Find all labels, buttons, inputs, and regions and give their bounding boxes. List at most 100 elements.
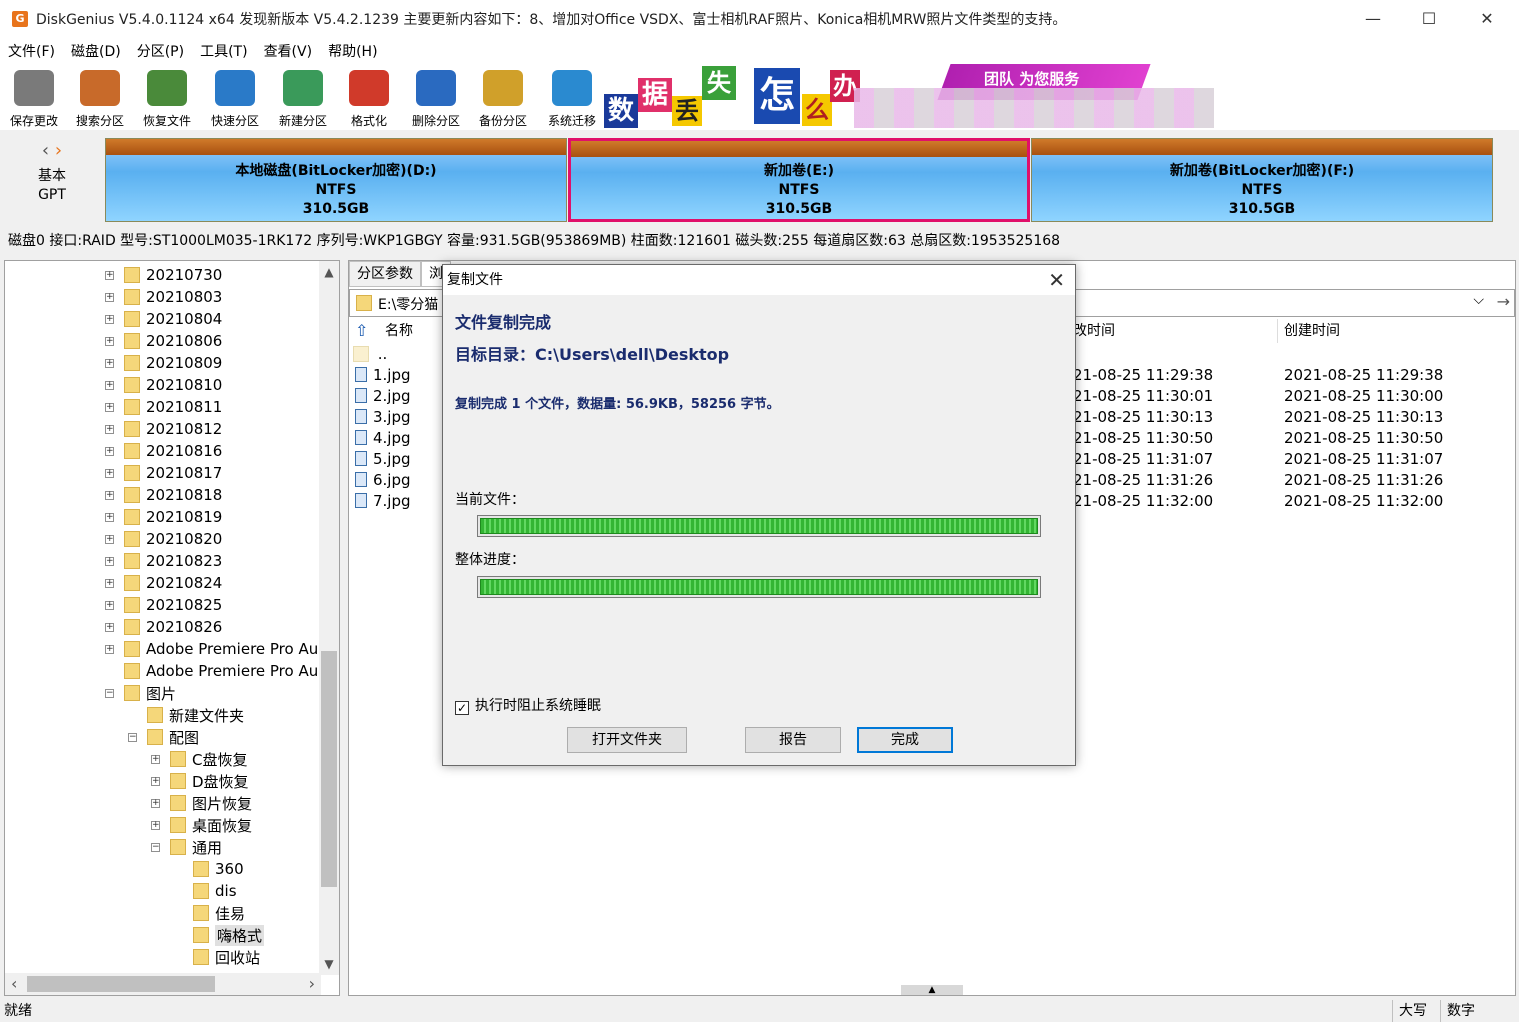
splitter-arrow-icon[interactable]: ▲	[901, 985, 963, 995]
expand-icon[interactable]: +	[105, 358, 114, 368]
tree-node[interactable]: +20210820	[105, 528, 222, 550]
tree-hscrollbar[interactable]: ‹ ›	[5, 973, 321, 995]
path-dropdown-icon[interactable]: ⌵	[1473, 292, 1484, 308]
tab-partition-params[interactable]: 分区参数	[349, 261, 421, 287]
menu-view[interactable]: 查看(V)	[264, 41, 313, 61]
folder-tree[interactable]: +20210730 +20210803 +20210804 +20210806 +202…	[4, 260, 340, 996]
ad-banner[interactable]: 数 据 丢 失 怎 么 办 团队 为您服务	[604, 64, 1216, 130]
list-item-parent[interactable]: ..	[353, 344, 387, 365]
open-folder-button[interactable]: 打开文件夹	[567, 727, 687, 753]
scroll-left-icon[interactable]: ‹	[11, 973, 17, 995]
tree-node[interactable]: 嗨格式	[174, 924, 265, 946]
prevent-sleep-checkbox[interactable]: ✓	[455, 701, 469, 715]
expand-icon[interactable]: +	[105, 314, 114, 324]
up-icon[interactable]: ⇧	[355, 319, 368, 343]
tree-node[interactable]: +20210811	[105, 396, 222, 418]
tree-node[interactable]: +20210819	[105, 506, 222, 528]
tree-node[interactable]: dis	[174, 880, 237, 902]
tree-node[interactable]: + 桌面恢复	[151, 814, 252, 836]
file-row[interactable]: 6.jpg	[355, 470, 411, 491]
menu-disk[interactable]: 磁盘(D)	[71, 41, 121, 61]
expand-icon[interactable]: +	[105, 600, 114, 610]
tree-node[interactable]: +20210810	[105, 374, 222, 396]
menu-help[interactable]: 帮助(H)	[328, 41, 377, 61]
file-row[interactable]: 5.jpg	[355, 449, 411, 470]
report-button[interactable]: 报告	[745, 727, 841, 753]
menu-partition[interactable]: 分区(P)	[137, 41, 184, 61]
expand-icon[interactable]: +	[105, 490, 114, 500]
expand-icon[interactable]: +	[105, 402, 114, 412]
scroll-down-icon[interactable]: ▼	[319, 953, 339, 975]
dialog-close-icon[interactable]: ✕	[1048, 265, 1065, 295]
partition-e[interactable]: 新加卷(E:) NTFS 310.5GB	[568, 138, 1030, 222]
expand-icon[interactable]: +	[105, 336, 114, 346]
file-row[interactable]: 3.jpg	[355, 407, 411, 428]
tree-node[interactable]: + Adobe Premiere Pro Au	[105, 638, 318, 660]
tree-node[interactable]: +20210803	[105, 286, 222, 308]
file-row[interactable]: 4.jpg	[355, 428, 411, 449]
tree-hscroll-thumb[interactable]	[27, 976, 215, 992]
menu-file[interactable]: 文件(F)	[8, 41, 55, 61]
expand-icon[interactable]: +	[105, 622, 114, 632]
expand-icon[interactable]: +	[105, 446, 114, 456]
tree-node[interactable]: − 图片	[105, 682, 176, 704]
menu-tools[interactable]: 工具(T)	[200, 41, 247, 61]
expand-icon[interactable]: +	[105, 578, 114, 588]
tree-node[interactable]: 360	[174, 858, 244, 880]
expand-icon[interactable]: +	[105, 270, 114, 280]
expand-icon[interactable]: +	[151, 798, 160, 808]
path-go-icon[interactable]: →	[1497, 292, 1510, 311]
expand-icon[interactable]: +	[105, 424, 114, 434]
file-row[interactable]: 7.jpg	[355, 491, 411, 512]
scroll-up-icon[interactable]: ▲	[319, 261, 339, 283]
tree-node[interactable]: +20210812	[105, 418, 222, 440]
expand-icon[interactable]: +	[151, 776, 160, 786]
tree-node[interactable]: +20210823	[105, 550, 222, 572]
close-button[interactable]: ✕	[1458, 0, 1516, 38]
toolbar-button-save[interactable]: 保存更改	[2, 68, 66, 128]
done-button[interactable]: 完成	[857, 727, 953, 753]
tree-node[interactable]: +20210817	[105, 462, 222, 484]
toolbar-button-backup[interactable]: 备份分区	[471, 68, 535, 128]
tree-node[interactable]: 佳易	[174, 902, 245, 924]
disk-nav-left[interactable]: ‹	[42, 140, 49, 161]
partition-f[interactable]: 新加卷(BitLocker加密)(F:) NTFS 310.5GB	[1031, 138, 1493, 222]
tree-node[interactable]: − 配图	[128, 726, 199, 748]
file-row[interactable]: 2.jpg	[355, 386, 411, 407]
toolbar-button-search[interactable]: 搜索分区	[68, 68, 132, 128]
toolbar-button-new-partition[interactable]: 新建分区	[271, 68, 335, 128]
tree-node[interactable]: +20210730	[105, 264, 222, 286]
tree-node[interactable]: Adobe Premiere Pro Au	[105, 660, 318, 682]
expand-icon[interactable]: +	[151, 820, 160, 830]
scroll-right-icon[interactable]: ›	[309, 973, 315, 995]
tree-node[interactable]: +20210816	[105, 440, 222, 462]
toolbar-button-migrate[interactable]: 系统迁移	[540, 68, 604, 128]
expand-icon[interactable]: +	[105, 534, 114, 544]
tree-node[interactable]: + C盘恢复	[151, 748, 247, 770]
tree-vscrollbar[interactable]: ▲ ▼	[319, 261, 339, 975]
expand-icon[interactable]: +	[105, 380, 114, 390]
expand-icon[interactable]: +	[105, 292, 114, 302]
tree-node[interactable]: 回收站	[174, 946, 260, 968]
prevent-sleep-option[interactable]: ✓ 执行时阻止系统睡眠	[455, 695, 601, 715]
partition-d[interactable]: 本地磁盘(BitLocker加密)(D:) NTFS 310.5GB	[105, 138, 567, 222]
col-name[interactable]: 名称	[385, 319, 413, 343]
expand-icon[interactable]: +	[105, 468, 114, 478]
tree-node[interactable]: + 图片恢复	[151, 792, 252, 814]
expand-icon[interactable]: +	[105, 512, 114, 522]
toolbar-button-delete[interactable]: 删除分区	[404, 68, 468, 128]
tree-node[interactable]: +20210818	[105, 484, 222, 506]
file-row[interactable]: 1.jpg	[355, 365, 411, 386]
tree-node[interactable]: +20210825	[105, 594, 222, 616]
tree-node[interactable]: +20210824	[105, 572, 222, 594]
expand-icon[interactable]: +	[151, 754, 160, 764]
tree-scroll-thumb[interactable]	[321, 651, 337, 887]
tree-node[interactable]: +20210806	[105, 330, 222, 352]
tree-node[interactable]: +20210804	[105, 308, 222, 330]
tree-node[interactable]: +20210826	[105, 616, 222, 638]
toolbar-button-recover[interactable]: 恢复文件	[135, 68, 199, 128]
toolbar-button-format[interactable]: 格式化	[337, 68, 401, 128]
collapse-icon[interactable]: −	[128, 732, 137, 742]
tree-node[interactable]: − 通用	[151, 836, 222, 858]
col-created[interactable]: 创建时间	[1277, 319, 1340, 343]
